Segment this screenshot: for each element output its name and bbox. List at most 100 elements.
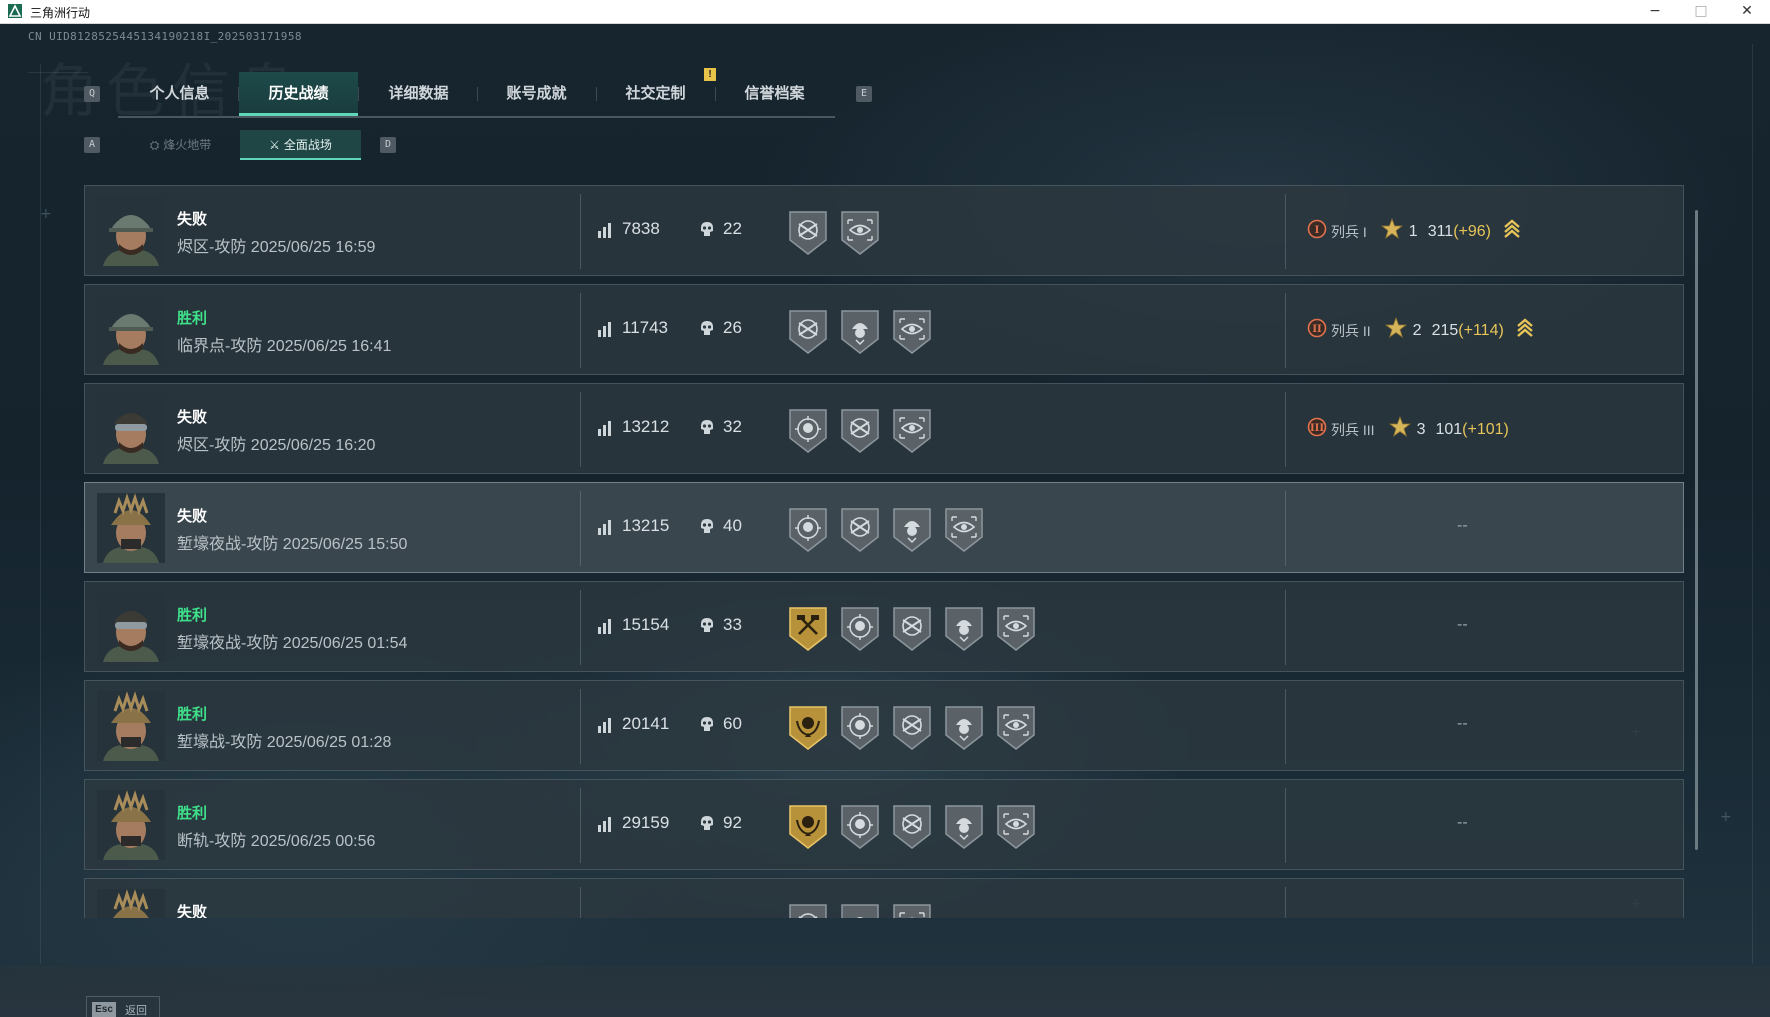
match-result: 胜利 — [177, 310, 208, 327]
match-datetime: 2025/06/25 15:50 — [282, 536, 408, 553]
tab-detailed-stats[interactable]: 详细数据 — [359, 72, 478, 116]
notification-badge: ! — [704, 68, 716, 81]
rank-up-chevrons-icon — [1516, 317, 1534, 344]
game-canvas: 角色信息 CN UID8128525445134190218I_20250317… — [0, 24, 1770, 1017]
operator-avatar — [97, 493, 165, 563]
rank-points: 311 — [1427, 222, 1454, 240]
helmet-skull-icon — [839, 901, 881, 918]
rank-empty-placeholder: -- — [1457, 814, 1468, 831]
helmet-skull-icon — [839, 307, 881, 355]
gold-laurel-skull-icon — [787, 802, 829, 850]
match-row[interactable]: 失败 — [84, 878, 1684, 918]
match-datetime: 2025/06/25 16:20 — [250, 437, 376, 454]
row-divider — [1285, 194, 1286, 269]
shield-crossed-rifle-icon — [787, 307, 829, 355]
row-divider — [580, 887, 581, 918]
match-score: 7838 — [622, 219, 660, 238]
match-kills: 40 — [723, 516, 742, 535]
row-divider — [1285, 293, 1286, 368]
subtab-all-out-warfare[interactable]: ⚔ 全面战场 — [240, 130, 361, 160]
eye-target-icon — [839, 208, 881, 256]
score-bars-icon — [597, 420, 613, 441]
gold-laurel-skull-icon — [787, 703, 829, 751]
rank-tier-icon: III — [1307, 417, 1327, 442]
app-logo-icon — [8, 4, 22, 18]
rank-progress: II 列兵 II 2 215(+114) — [1307, 316, 1534, 344]
subtab-hazard-zone-label: 烽火地带 — [163, 138, 212, 152]
match-result: 失败 — [177, 508, 208, 525]
operator-avatar — [97, 295, 165, 365]
shield-crossed-rifle-icon — [839, 505, 881, 553]
match-row[interactable]: 胜利 临界点-攻防 2025/06/25 16:41 11743 26 II 列兵 II… — [84, 284, 1684, 375]
close-button[interactable]: ✕ — [1724, 0, 1770, 23]
row-divider — [1285, 392, 1286, 467]
match-row[interactable]: 胜利 堑壕战-攻防 2025/06/25 01:28 20141 60 -- — [84, 680, 1684, 771]
back-button[interactable]: Esc 返回 — [86, 996, 160, 1017]
subtab-hazard-zone[interactable]: ⛭ 烽火地带 — [120, 130, 241, 160]
skull-crosshair-icon — [787, 505, 829, 553]
row-divider — [1285, 788, 1286, 863]
bottom-bar — [0, 966, 1770, 1017]
match-row[interactable]: 胜利 断轨-攻防 2025/06/25 00:56 29159 92 -- — [84, 779, 1684, 870]
operator-avatar — [97, 196, 165, 266]
shield-crossed-rifle-icon — [839, 406, 881, 454]
skull-kills-icon — [700, 716, 714, 737]
tab-achievements[interactable]: 账号成就 — [477, 72, 596, 116]
eye-target-icon — [891, 307, 933, 355]
maximize-button[interactable]: □ — [1678, 0, 1724, 23]
tab-prev-key-hint[interactable]: Q — [84, 86, 100, 102]
svg-text:III: III — [1310, 423, 1324, 434]
tab-social-custom[interactable]: 社交定制 — [596, 72, 715, 116]
skull-kills-icon — [700, 518, 714, 539]
back-label: 返回 — [125, 1005, 147, 1017]
match-result: 胜利 — [177, 706, 208, 723]
score-bars-icon — [597, 519, 613, 540]
map-mode: 临界点-攻防 — [177, 338, 263, 355]
rank-progress: I 列兵 I 1 311(+96) — [1307, 217, 1521, 242]
tab-personal-info[interactable]: 个人信息 — [120, 72, 239, 116]
map-mode: 烬区-攻防 — [177, 437, 247, 454]
match-kills: 60 — [723, 714, 742, 733]
subtab-next-key-hint[interactable]: D — [380, 137, 396, 153]
match-row[interactable]: 胜利 堑壕夜战-攻防 2025/06/25 01:54 15154 33 -- — [84, 581, 1684, 672]
skull-kills-icon — [700, 617, 714, 638]
minimize-button[interactable]: − — [1632, 0, 1678, 23]
shield-crossed-rifle-icon — [787, 901, 829, 918]
match-history-list[interactable]: 失败 烬区-攻防 2025/06/25 16:59 7838 22 I 列兵 I 1 311… — [84, 185, 1690, 918]
score-bars-icon — [597, 618, 613, 639]
row-divider — [580, 293, 581, 368]
flame-zone-icon: ⛭ — [149, 138, 160, 152]
helmet-skull-icon — [891, 505, 933, 553]
map-mode: 堑壕夜战-攻防 — [177, 635, 279, 652]
subtab-prev-key-hint[interactable]: A — [84, 137, 100, 153]
row-divider — [1285, 689, 1286, 764]
list-scrollbar[interactable] — [1695, 210, 1698, 850]
skull-crosshair-icon — [787, 406, 829, 454]
skull-crosshair-icon — [839, 604, 881, 652]
match-row[interactable]: 失败 烬区-攻防 2025/06/25 16:59 7838 22 I 列兵 I 1 311… — [84, 185, 1684, 276]
match-score: 13215 — [622, 516, 670, 535]
tab-match-history[interactable]: 历史战绩 — [239, 72, 358, 116]
match-row[interactable]: 失败 堑壕夜战-攻防 2025/06/25 15:50 13215 40 -- — [84, 482, 1684, 573]
tab-reputation[interactable]: 信誉档案 — [715, 72, 834, 116]
rank-level: 3 — [1416, 420, 1426, 438]
match-kills: 32 — [723, 417, 742, 436]
match-row[interactable]: 失败 烬区-攻防 2025/06/25 16:20 13212 32 III 列兵 II… — [84, 383, 1684, 474]
score-bars-icon — [597, 321, 613, 342]
map-mode: 堑壕夜战-攻防 — [177, 536, 279, 553]
rank-star-icon — [1384, 316, 1407, 344]
hud-plus-icon: + — [40, 206, 52, 222]
rank-tier-icon: II — [1307, 318, 1327, 343]
tab-next-key-hint[interactable]: E — [856, 86, 872, 102]
hud-line — [40, 64, 41, 964]
map-mode: 堑壕战-攻防 — [177, 734, 263, 751]
main-tabbar: 个人信息 历史战绩 详细数据 账号成就 社交定制 信誉档案 — [118, 72, 835, 118]
rank-points-delta: (+114) — [1458, 321, 1504, 339]
map-mode: 断轨-攻防 — [177, 833, 247, 850]
hud-line — [1752, 44, 1753, 964]
row-divider — [580, 194, 581, 269]
match-datetime: 2025/06/25 01:54 — [282, 635, 408, 652]
skull-crosshair-icon — [839, 703, 881, 751]
eye-target-icon — [891, 901, 933, 918]
match-kills: 22 — [723, 219, 742, 238]
